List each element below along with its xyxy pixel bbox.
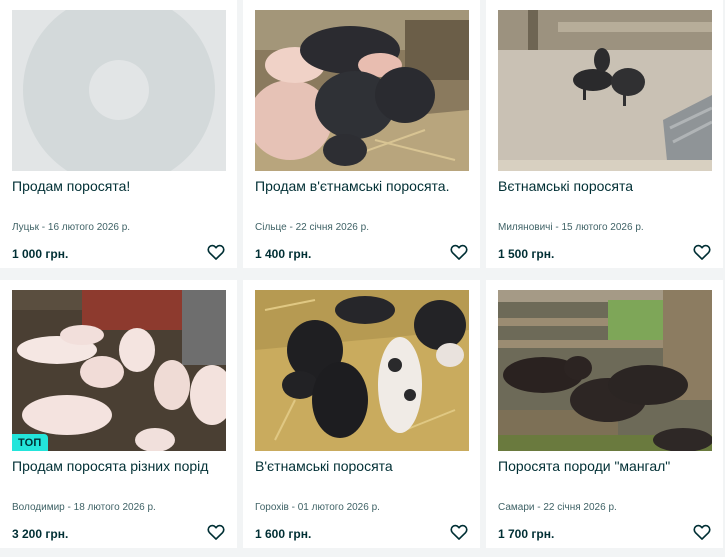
white-piglets-photo: [12, 290, 226, 451]
listing-card[interactable]: Продам поросята! Луцьк - 16 лютого 2026 …: [0, 0, 237, 268]
listing-card[interactable]: Вєтнамські поросята Миляновичі - 15 люто…: [486, 0, 723, 268]
listing-title[interactable]: В'єтнамські поросята: [255, 457, 469, 475]
listing-image[interactable]: ТОП: [12, 290, 226, 451]
listings-grid: Продам поросята! Луцьк - 16 лютого 2026 …: [0, 0, 725, 557]
black-and-spotted-pigs-photo: [255, 290, 469, 451]
pigs-in-pen-photo: [255, 10, 469, 171]
listing-date: 01 лютого 2026 р.: [297, 502, 380, 513]
listing-price: 1 500 грн.: [498, 247, 555, 261]
listing-location: Луцьк: [12, 222, 39, 233]
listing-date: 15 лютого 2026 р.: [561, 222, 644, 233]
listing-title[interactable]: Продам поросята різних порід: [12, 457, 226, 475]
listing-date: 22 січня 2026 р.: [543, 502, 617, 513]
listing-location-date: Самари - 22 січня 2026 р.: [498, 501, 712, 515]
listing-location: Самари: [498, 502, 535, 513]
listing-image[interactable]: [498, 10, 712, 171]
meta-separator: -: [39, 222, 48, 233]
listing-location-date: Горохів - 01 лютого 2026 р.: [255, 501, 469, 515]
meta-separator: -: [286, 222, 296, 233]
listing-location: Володимир: [12, 502, 65, 513]
listing-image[interactable]: [498, 290, 712, 451]
listing-location-date: Сільце - 22 січня 2026 р.: [255, 221, 469, 235]
listing-image[interactable]: [255, 10, 469, 171]
listing-date: 22 січня 2026 р.: [295, 222, 369, 233]
listing-price: 3 200 грн.: [12, 527, 69, 541]
listing-date: 16 лютого 2026 р.: [47, 222, 131, 233]
meta-separator: -: [64, 502, 74, 513]
listing-price: 1 400 грн.: [255, 247, 312, 261]
heart-outline-icon: [450, 244, 468, 260]
listing-card[interactable]: Поросята породи "мангал" Самари - 22 січ…: [486, 280, 723, 548]
listing-card[interactable]: Продам в'єтнамські поросята. Сільце - 22…: [243, 0, 480, 268]
listing-card[interactable]: В'єтнамські поросята Горохів - 01 лютого…: [243, 280, 480, 548]
listing-location-date: Миляновичі - 15 лютого 2026 р.: [498, 221, 712, 235]
listing-title[interactable]: Вєтнамські поросята: [498, 177, 712, 195]
listing-location: Горохів: [255, 502, 289, 513]
listing-location-date: Володимир - 18 лютого 2026 р.: [12, 501, 226, 515]
heart-outline-icon: [207, 244, 225, 260]
listing-title[interactable]: Поросята породи "мангал": [498, 457, 712, 475]
listing-date: 18 лютого 2026 р.: [73, 502, 156, 513]
listing-location: Миляновичі: [498, 222, 553, 233]
placeholder-image-icon: [12, 10, 226, 171]
heart-outline-icon: [207, 524, 225, 540]
listing-title[interactable]: Продам в'єтнамські поросята.: [255, 177, 469, 195]
favorite-button[interactable]: [692, 242, 712, 262]
listing-location-date: Луцьк - 16 лютого 2026 р.: [12, 221, 226, 235]
listing-price: 1 000 грн.: [12, 247, 69, 261]
heart-outline-icon: [450, 524, 468, 540]
listing-price: 1 700 грн.: [498, 527, 555, 541]
favorite-button[interactable]: [692, 522, 712, 542]
listing-card[interactable]: ТОП Продам поросята різних порід Володим…: [0, 280, 237, 548]
listing-image[interactable]: [12, 10, 226, 171]
favorite-button[interactable]: [449, 242, 469, 262]
black-pigs-yard-photo: [498, 10, 712, 171]
listing-image[interactable]: [255, 290, 469, 451]
top-badge: ТОП: [12, 434, 48, 451]
heart-outline-icon: [693, 244, 711, 260]
listing-title[interactable]: Продам поросята!: [12, 177, 226, 195]
listing-location: Сільце: [255, 222, 287, 233]
favorite-button[interactable]: [449, 522, 469, 542]
listing-price: 1 600 грн.: [255, 527, 312, 541]
mangal-pigs-photo: [498, 290, 712, 451]
heart-outline-icon: [693, 524, 711, 540]
favorite-button[interactable]: [206, 522, 226, 542]
meta-separator: -: [288, 502, 298, 513]
favorite-button[interactable]: [206, 242, 226, 262]
